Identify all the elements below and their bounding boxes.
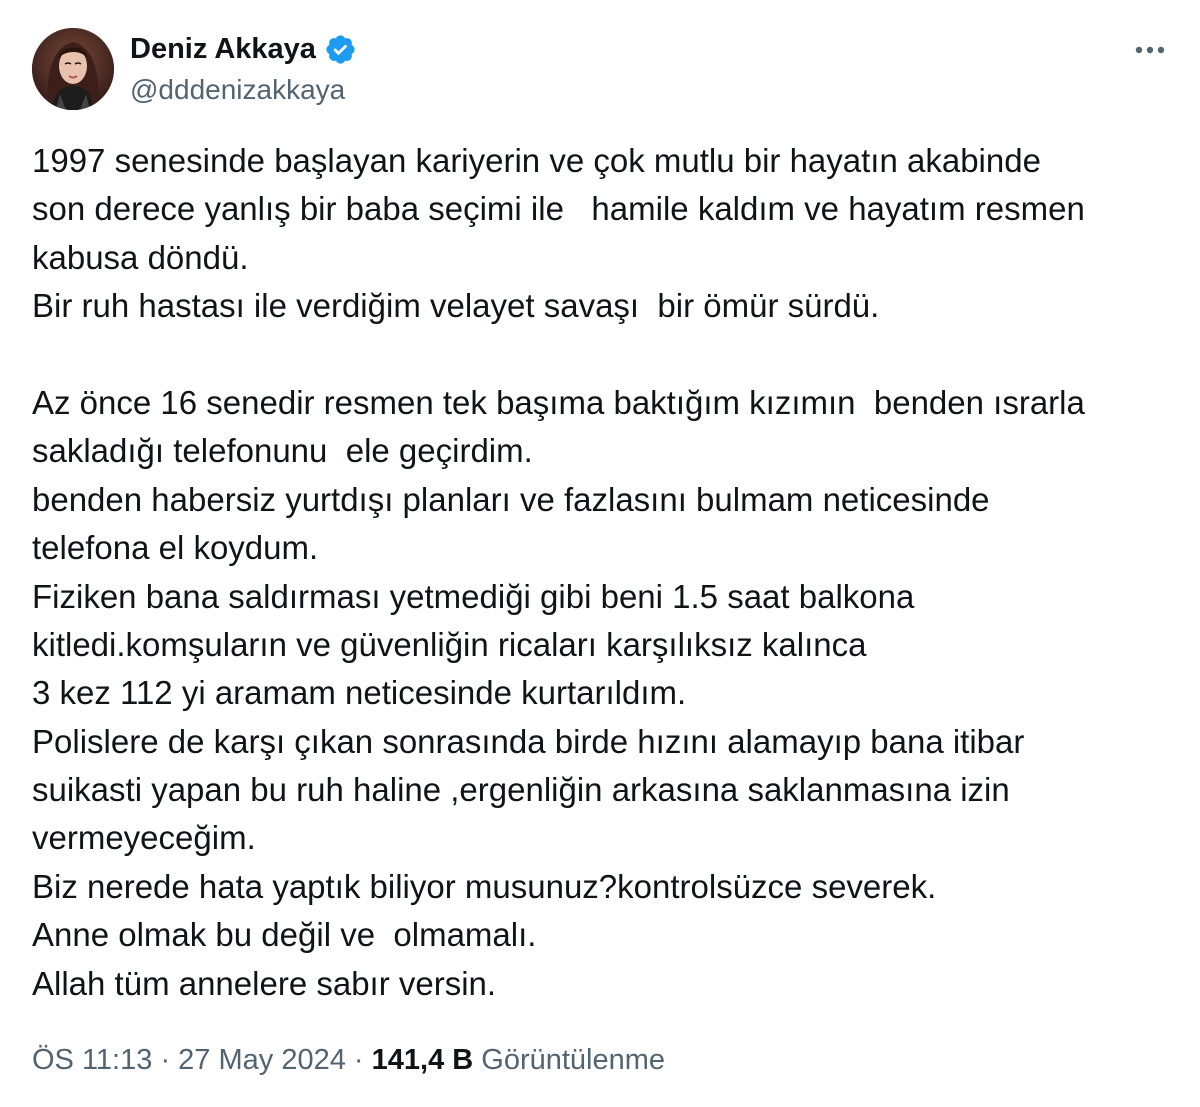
tweet-line: kabusa döndü. xyxy=(32,238,249,276)
name-row: Deniz Akkaya xyxy=(130,30,357,68)
user-handle[interactable]: @dddenizakkaya xyxy=(130,70,357,110)
tweet-line: son derece yanlış bir baba seçimi ile ha… xyxy=(32,190,1085,228)
tweet-line: telefona el koydum. xyxy=(32,529,319,567)
tweet-line: kitledi.komşuların ve güvenliğin ricalar… xyxy=(32,625,867,663)
avatar[interactable] xyxy=(32,28,114,110)
display-name[interactable]: Deniz Akkaya xyxy=(130,30,316,68)
views-count[interactable]: 141,4 B xyxy=(372,1044,474,1076)
tweet-line: vermeyeceğim. xyxy=(32,819,256,857)
tweet-time[interactable]: ÖS 11:13 xyxy=(32,1044,152,1076)
tweet-line: Bir ruh hastası ile verdiğim velayet sav… xyxy=(32,287,880,325)
user-block: Deniz Akkaya @dddenizakkaya xyxy=(130,30,357,110)
profile-photo xyxy=(32,28,114,110)
tweet-line: benden habersiz yurtdışı planları ve faz… xyxy=(32,480,990,518)
more-button[interactable] xyxy=(1128,28,1172,72)
tweet-header: Deniz Akkaya @dddenizakkaya xyxy=(32,28,1172,110)
verified-badge-icon[interactable] xyxy=(324,33,357,66)
tweet-meta: ÖS 11:13 · 27 May 2024 · 141,4 B Görüntü… xyxy=(32,1038,665,1082)
more-horizontal-icon xyxy=(1135,46,1165,54)
tweet-line: sakladığı telefonunu ele geçirdim. xyxy=(32,432,533,470)
views-label: Görüntülenme xyxy=(473,1044,666,1076)
meta-separator: · xyxy=(345,1044,372,1076)
tweet-line: Az önce 16 senedir resmen tek başıma bak… xyxy=(32,383,1085,421)
tweet-line: Anne olmak bu değil ve olmamalı. xyxy=(32,916,537,954)
tweet-line xyxy=(32,331,1172,379)
tweet-text: 1997 senesinde başlayan kariyerin ve çok… xyxy=(32,137,1172,1008)
tweet-line: Allah tüm annelere sabır versin. xyxy=(32,964,497,1002)
tweet-line: 3 kez 112 yi aramam neticesinde kurtarıl… xyxy=(32,674,687,712)
tweet-line: Fiziken bana saldırması yetmediği gibi b… xyxy=(32,577,915,615)
meta-separator: · xyxy=(152,1044,179,1076)
tweet-line: suikasti yapan bu ruh haline ,ergenliğin… xyxy=(32,771,1010,809)
tweet-line: 1997 senesinde başlayan kariyerin ve çok… xyxy=(32,142,1041,179)
tweet-line: Polislere de karşı çıkan sonrasında bird… xyxy=(32,722,1025,760)
tweet-line: Biz nerede hata yaptık biliyor musunuz?k… xyxy=(32,867,937,905)
tweet-date[interactable]: 27 May 2024 xyxy=(178,1044,346,1076)
